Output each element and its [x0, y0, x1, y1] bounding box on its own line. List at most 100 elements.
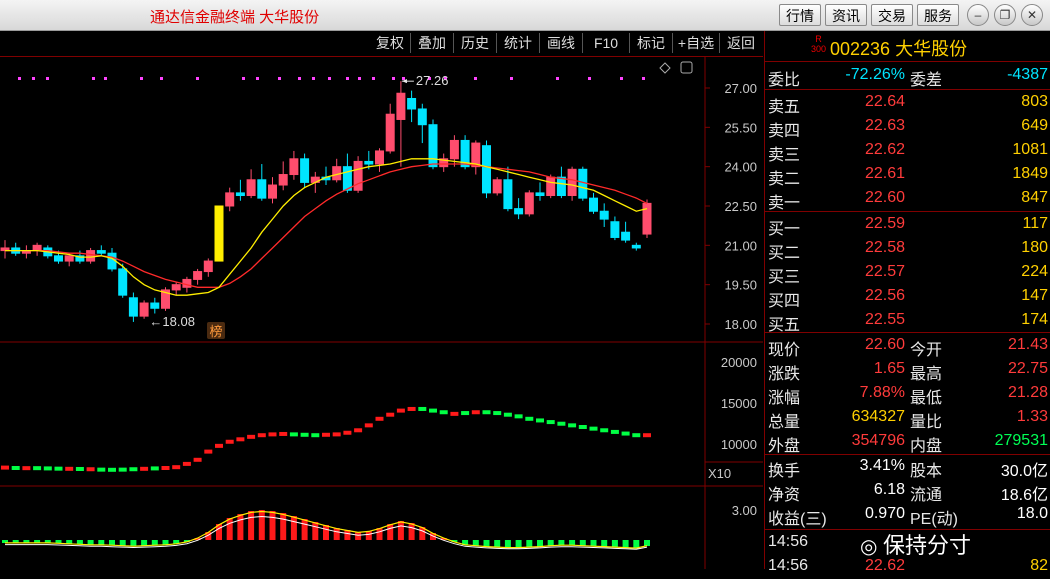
macd-bar: [397, 521, 404, 540]
macd-bar: [355, 532, 362, 540]
tool-back[interactable]: 返回: [720, 33, 762, 53]
volume-mark: [632, 433, 641, 438]
volume-mark: [75, 466, 84, 471]
r-badge: R 300: [811, 34, 826, 54]
candle-body: [118, 268, 128, 296]
volume-mark: [322, 432, 330, 437]
nav-button-service[interactable]: 服务: [917, 4, 959, 26]
volume-mark: [65, 466, 74, 471]
ask-row-v2: 1081: [1012, 141, 1048, 158]
bid-row-lbl: 买四: [768, 293, 801, 310]
kline-chart-svg[interactable]: 20000 15000 10000 X10 3.00 - 27.00 25.50 24.00…: [0, 56, 763, 579]
candle-body: [375, 150, 384, 165]
candle-body: [150, 302, 160, 309]
event-dot: [256, 77, 259, 80]
stock-code-name: 002236 大华股份: [830, 39, 968, 59]
volume-mark: [182, 461, 191, 466]
volume-mark: [129, 467, 138, 472]
price-tick-label: 24.00: [724, 160, 757, 175]
volume-mark: [311, 433, 320, 438]
fund-row-v1: 3.41%: [859, 457, 905, 474]
volume-mark: [600, 428, 609, 433]
close-icon[interactable]: ✕: [1021, 4, 1043, 26]
stat-row: 涨跌 1.65 最高 22.75: [765, 358, 1050, 383]
volume-mark: [22, 466, 31, 471]
macd-bar: [333, 528, 340, 540]
event-dot: [104, 77, 107, 80]
ask-row-v2: 649: [1021, 117, 1048, 134]
fund-row-lbl: 净资: [768, 487, 801, 504]
volume-mark: [482, 410, 491, 415]
restore-icon[interactable]: ❐: [994, 4, 1016, 26]
candle-body: [567, 168, 577, 197]
ask-row-v1: 22.62: [864, 141, 905, 158]
macd-bar: [504, 540, 511, 548]
candle-body: [225, 192, 235, 207]
fund-row-v1: 0.970: [864, 505, 905, 522]
event-dot: [160, 77, 163, 80]
bid-row-v2: 174: [1021, 311, 1048, 328]
nav-button-news[interactable]: 资讯: [825, 4, 867, 26]
nav-button-trade[interactable]: 交易: [871, 4, 913, 26]
bid-row: 买五 22.55 174: [765, 309, 1050, 334]
price-tick-label: 19.50: [724, 278, 757, 293]
bid-row-v2: 180: [1021, 239, 1048, 256]
tick-row-v2: 82: [1030, 557, 1048, 574]
event-dot: [242, 77, 245, 80]
candle-body: [193, 271, 203, 280]
candle-body: [214, 205, 224, 262]
bid-row-v2: 224: [1021, 263, 1048, 280]
nav-button-market[interactable]: 行情: [779, 4, 821, 26]
tool-overlay[interactable]: 叠加: [411, 33, 454, 53]
tool-add-watchlist[interactable]: +自选: [673, 33, 720, 53]
volume-mark: [471, 410, 480, 415]
tool-statistics[interactable]: 统计: [497, 33, 540, 53]
volume-mark: [503, 412, 512, 417]
candle-body: [449, 139, 459, 160]
ask-row: 卖三 22.62 1081: [765, 139, 1050, 164]
candle-body: [203, 260, 213, 273]
candle-body: [128, 297, 138, 317]
macd-tick-label: 3.00: [732, 503, 757, 518]
ask-row-v2: 847: [1021, 189, 1048, 206]
candle-body: [353, 160, 363, 191]
event-dot: [346, 77, 349, 80]
macd-bar: [408, 523, 415, 540]
candle-body: [300, 158, 310, 183]
candle-body: [417, 108, 427, 126]
macd-bar: [515, 540, 522, 548]
tool-f10[interactable]: F10: [583, 33, 630, 53]
kline-chart-area[interactable]: 20000 15000 10000 X10 3.00 - 27.00 25.50 24.00…: [0, 56, 763, 579]
volume-unit-label: X10: [708, 466, 731, 481]
stat-row-lbl: 外盘: [768, 438, 801, 455]
volume-mark: [493, 411, 502, 416]
macd-panel: 3.00 -: [2, 503, 757, 579]
candle-body: [556, 176, 566, 197]
volume-mark: [279, 431, 288, 436]
volume-mark: [332, 432, 341, 437]
bid-row: 买四 22.56 147: [765, 285, 1050, 310]
tool-history[interactable]: 历史: [454, 33, 497, 53]
volume-mark: [407, 406, 416, 411]
volume-mark: [568, 423, 577, 428]
tool-draw-line[interactable]: 画线: [540, 33, 583, 53]
volume-mark: [193, 457, 202, 462]
candle-body: [139, 302, 149, 317]
candle-body: [621, 231, 631, 241]
event-dot: [474, 77, 477, 80]
volume-mark: [514, 414, 523, 419]
tool-adjust[interactable]: 复权: [370, 33, 411, 53]
candle-body: [289, 158, 299, 176]
macd-bar: [622, 540, 629, 548]
tool-mark[interactable]: 标记: [630, 33, 673, 53]
candle-body: [268, 184, 277, 199]
volume-mark: [375, 416, 384, 421]
volume-mark: [43, 466, 52, 471]
event-dot: [328, 77, 331, 80]
volume-mark: [97, 467, 106, 472]
bid-row: 买三 22.57 224: [765, 261, 1050, 286]
minimize-icon[interactable]: –: [967, 4, 989, 26]
event-dot: [92, 77, 95, 80]
macd-bar: [611, 540, 618, 548]
price-tick-label: 21.00: [724, 238, 757, 253]
